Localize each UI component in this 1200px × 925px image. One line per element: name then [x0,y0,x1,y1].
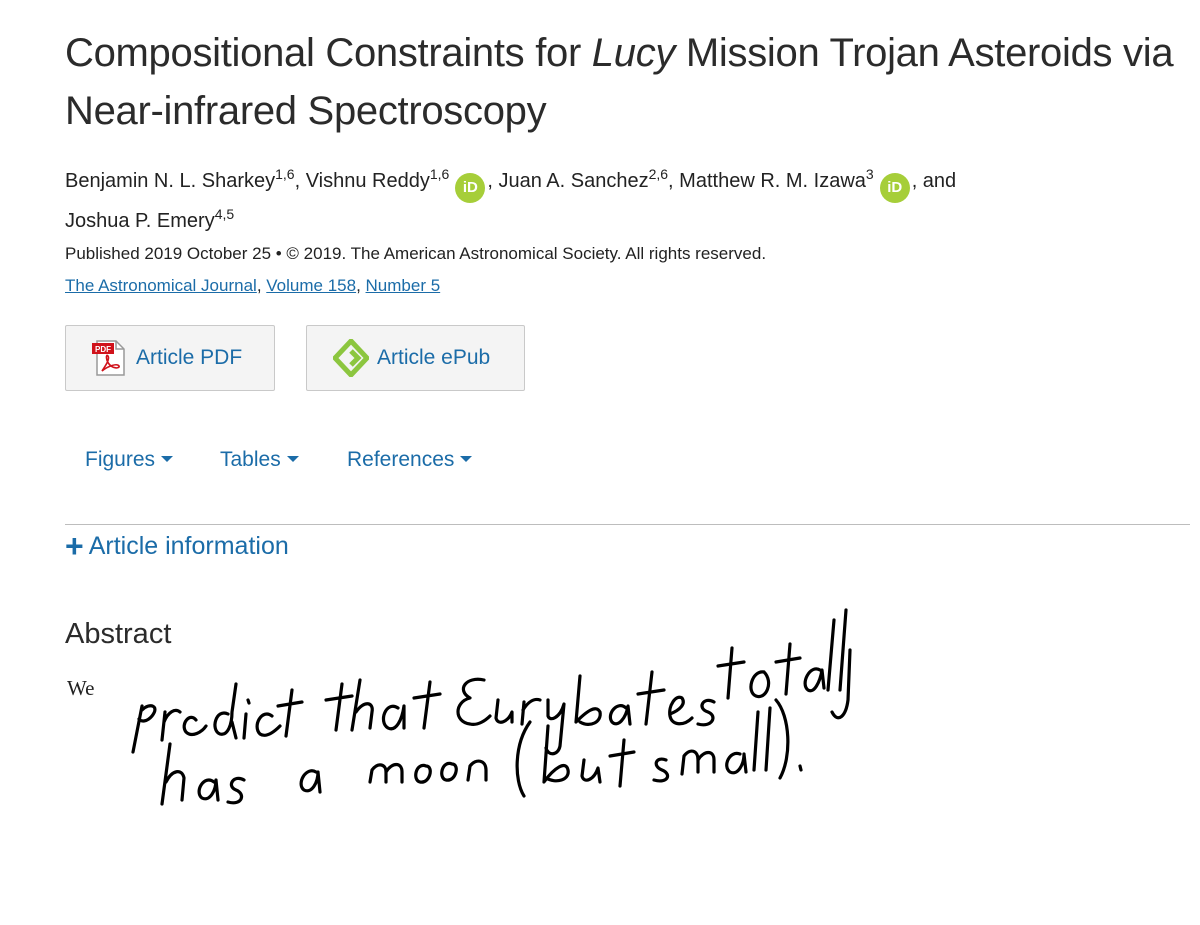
pdf-icon: PDF [92,340,125,376]
tab-references[interactable]: References [347,448,473,472]
orcid-icon[interactable]: iD [879,173,910,203]
article-pdf-label: Article PDF [136,346,243,369]
plus-icon: + [65,528,84,564]
author-name[interactable]: Juan A. Sanchez [498,170,648,192]
affiliation-sup: 1,6 [429,166,450,182]
caret-down-icon [161,456,174,462]
article-information-label: Article information [88,531,289,560]
affiliation-sup: 3 [865,166,874,182]
authors-and: , and [911,170,957,192]
volume-link[interactable]: Volume 158 [266,276,356,295]
article-pdf-button[interactable]: PDF Article PDF [65,325,275,391]
article-epub-label: Article ePub [377,346,491,369]
abstract-text: We [67,676,95,700]
journal-link[interactable]: The Astronomical Journal [65,276,257,295]
epub-icon [333,339,369,377]
article-epub-button[interactable]: Article ePub [306,325,525,391]
affiliation-sup: 1,6 [275,166,295,182]
article-title: Compositional Constraints for Lucy Missi… [65,24,1175,140]
tab-label: Figures [85,448,156,471]
author-name[interactable]: Vishnu Reddy [306,170,430,192]
title-text: Compositional Constraints for [65,31,592,75]
svg-text:PDF: PDF [95,345,111,354]
article-page: Compositional Constraints for Lucy Missi… [65,0,1200,925]
tab-figures[interactable]: Figures [85,448,174,472]
abstract-heading: Abstract [65,618,172,650]
title-italic-lucy: Lucy [591,31,676,75]
affiliation-sup: 4,5 [214,206,235,222]
caret-down-icon [460,456,473,462]
article-information-toggle[interactable]: + Article information [65,528,289,564]
author-name[interactable]: Matthew R. M. Izawa [679,170,866,192]
affiliation-sup: 2,6 [648,166,669,182]
caret-down-icon [286,456,299,462]
tab-label: References [347,448,455,471]
published-line: Published 2019 October 25 • © 2019. The … [65,244,767,263]
tab-tables[interactable]: Tables [220,448,299,472]
orcid-icon[interactable]: iD [455,173,486,203]
author-name[interactable]: Joshua P. Emery [65,210,215,232]
journal-breadcrumb: The Astronomical Journal, Volume 158, Nu… [65,276,441,295]
issue-link[interactable]: Number 5 [366,276,441,295]
author-name[interactable]: Benjamin N. L. Sharkey [65,170,275,192]
divider [65,524,1190,525]
tab-label: Tables [220,448,281,471]
author-list: Benjamin N. L. Sharkey1,6, Vishnu Reddy1… [65,166,957,232]
